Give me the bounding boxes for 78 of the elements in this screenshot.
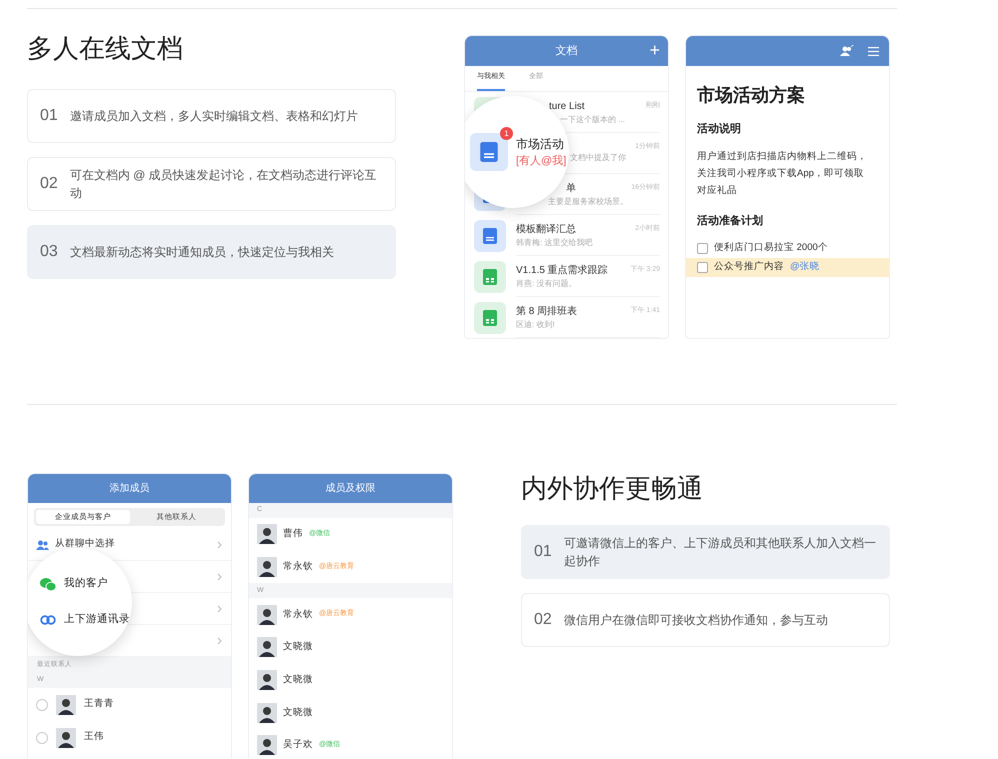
header-title: 成员及权限 [326, 482, 376, 496]
radio-button[interactable] [36, 698, 48, 710]
member-name: 文晓微 [283, 640, 313, 654]
section-title: 内外协作更畅通 [521, 472, 704, 505]
mention-tag: [有人@我] [516, 152, 566, 170]
link-icon [40, 614, 56, 625]
header-title: 文档 [556, 44, 578, 59]
spreadsheet-icon [474, 302, 506, 334]
contact-name: 王青青 [84, 697, 114, 712]
section-heading: 活动说明 [696, 122, 742, 137]
members-icon[interactable] [840, 45, 854, 57]
menu-row-label[interactable]: 我的客户 [64, 576, 108, 592]
feature-number: 02 [40, 174, 58, 194]
chevron-icon [217, 540, 222, 548]
document-heading: 市场活动方案 [696, 84, 806, 107]
member-name: 吴子欢 [283, 738, 313, 752]
avatar [56, 694, 76, 714]
todo-text: 便利店门口易拉宝 2000个 [714, 241, 828, 256]
chevron-icon [217, 572, 222, 580]
radio-button[interactable] [36, 732, 48, 744]
unread-badge: 1 [500, 127, 513, 140]
feature-number: 01 [40, 106, 58, 126]
section-title: 多人在线文档 [27, 32, 184, 65]
feature-card[interactable]: 02 可在文档内 @ 成员快速发起讨论，在文档动态进行评论互动 [27, 157, 396, 211]
member-name: 常永钦 [283, 560, 313, 574]
avatar [257, 637, 277, 658]
feature-card[interactable]: 02 微信用户在微信即可接收文档协作通知，参与互动 [521, 593, 890, 647]
document-subtitle: 肖燕: 没有问题。 [516, 278, 578, 290]
feature-text: 邀请成员加入文档，多人实时编辑文档、表格和幻灯片 [70, 108, 358, 125]
document-subtitle: 韩青梅: 这里交给我吧 [516, 236, 594, 248]
feature-card[interactable]: 01 可邀请微信上的客户、上下游成员和其他联系人加入文档一起协作 [521, 525, 890, 579]
chevron-icon [217, 636, 222, 644]
feature-card[interactable]: 03 文档最新动态将实时通知成员，快速定位与我相关 [27, 225, 396, 279]
paragraph: 用户通过到店扫描店内物料上二维码，关注我司小程序或下载App，即可领取对应礼品 [696, 150, 868, 198]
group-icon [36, 540, 49, 550]
section-heading: 活动准备计划 [696, 214, 764, 228]
spreadsheet-icon [474, 260, 506, 292]
feature-card[interactable]: 01 邀请成员加入文档，多人实时编辑文档、表格和幻灯片 [27, 89, 396, 143]
menu-icon[interactable] [868, 46, 879, 56]
checkbox[interactable] [697, 262, 708, 273]
avatar [257, 702, 277, 723]
member-name: 文晓微 [283, 672, 313, 687]
avatar [257, 670, 277, 690]
feature-text: 文档最新动态将实时通知成员，快速定位与我相关 [70, 244, 334, 261]
avatar [257, 604, 277, 625]
contact-name: 王伟 [84, 730, 104, 744]
menu-row-label[interactable]: 上下游通讯录 [64, 612, 130, 628]
feature-text: 微信用户在微信即可接收文档协作通知，参与互动 [564, 612, 828, 629]
avatar [56, 728, 76, 748]
document-subtitle: 区迪: 收到! [516, 318, 556, 330]
todo-text: 公众号推广内容 [714, 260, 784, 274]
document-title: 模板翻译汇总 [516, 222, 576, 236]
member-name: 常永钦 [283, 608, 313, 622]
member-name: 文晓微 [283, 706, 313, 720]
avatar [257, 557, 277, 578]
feature-number: 01 [534, 542, 552, 562]
add-button[interactable]: + [649, 38, 660, 62]
chat-bubbles-icon [40, 578, 56, 591]
avatar [257, 524, 277, 544]
document-title: 单 [566, 182, 576, 196]
menu-row-label[interactable]: 从群聊中选择 [55, 537, 115, 552]
feature-text: 可在文档内 @ 成员快速发起讨论，在文档动态进行评论互动 [70, 167, 378, 202]
checkbox[interactable] [697, 243, 708, 254]
document-subtitle: 主要是服务家校场景。 [548, 196, 629, 208]
member-name: 曹伟 [283, 527, 303, 542]
document-title: 市场活动 [516, 136, 565, 153]
header-title: 添加成员 [110, 482, 150, 496]
document-title: V1.1.5 重点需求跟踪 [516, 264, 608, 278]
feature-number: 03 [40, 242, 58, 262]
document-title: ture List [549, 100, 585, 114]
document-icon [474, 220, 506, 252]
feature-text: 可邀请微信上的客户、上下游成员和其他联系人加入文档一起协作 [564, 535, 877, 570]
feature-number: 02 [534, 610, 552, 630]
chevron-icon [217, 604, 222, 612]
document-subtitle: 一下这个版本的 ... [560, 114, 626, 126]
avatar [257, 735, 277, 756]
document-title: 第 8 周排班表 [516, 304, 578, 318]
document-subtitle: 文档中提及了你 [570, 152, 627, 164]
